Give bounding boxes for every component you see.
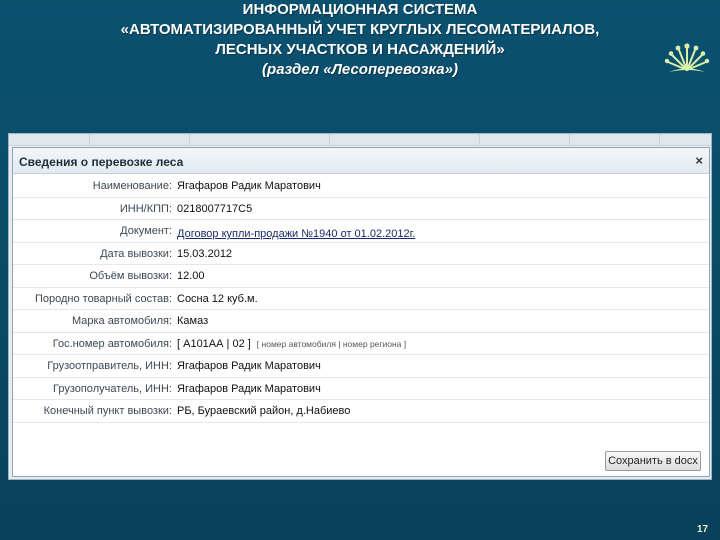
field-row-species: Породно товарный состав: Сосна 12 куб.м. xyxy=(13,288,709,310)
field-value: РБ, Бураевский район, д.Набиево xyxy=(177,405,351,417)
title-line-3: ЛЕСНЫХ УЧАСТКОВ И НАСАЖДЕНИЙ» xyxy=(215,41,505,58)
field-value: Камаз xyxy=(177,315,209,327)
field-row-document: Документ: Договор купли-продажи №1940 от… xyxy=(13,220,709,243)
plate-number: [ А101АА | 02 ] xyxy=(177,337,251,350)
page-number: 17 xyxy=(697,524,709,535)
field-label: Объём вывозки: xyxy=(89,270,172,282)
field-row-consignee: Грузополучатель, ИНН: Ягафаров Радик Мар… xyxy=(13,378,709,400)
dialog-title: Сведения о перевозке леса xyxy=(19,155,184,169)
field-row-date: Дата вывозки: 15.03.2012 xyxy=(13,243,709,265)
field-label: Марка автомобиля: xyxy=(71,315,172,327)
field-value: 12.00 xyxy=(177,270,205,282)
close-icon[interactable]: × xyxy=(695,153,703,168)
app-screenshot: Сведения о перевозке леса × Наименование… xyxy=(8,133,712,480)
field-value-plate: [ А101АА | 02 ] [ номер автомобиля | номе… xyxy=(177,338,406,350)
field-row-car-brand: Марка автомобиля: Камаз xyxy=(13,310,709,333)
background-table-header xyxy=(9,134,711,146)
plate-hint: [ номер автомобиля | номер региона ] xyxy=(256,338,407,349)
transport-info-dialog: Сведения о перевозке леса × Наименование… xyxy=(12,147,710,477)
field-label: Дата вывозки: xyxy=(100,247,172,260)
field-value: Ягафаров Радик Маратович xyxy=(177,360,321,372)
dialog-header: Сведения о перевозке леса × xyxy=(13,148,709,174)
field-value: 15.03.2012 xyxy=(177,247,233,260)
fields-list: Наименование: Ягафаров Радик Маратович И… xyxy=(13,175,709,423)
field-label: Наименование: xyxy=(92,180,172,192)
field-label: Грузоотправитель, ИНН: xyxy=(47,360,172,372)
slide-subtitle: (раздел «Лесоперевозка») xyxy=(262,61,458,78)
slide-title: ИНФОРМАЦИОННАЯ СИСТЕМА «АВТОМАТИЗИРОВАНН… xyxy=(0,0,720,80)
field-value: Ягафаров Радик Маратович xyxy=(177,382,321,395)
field-row-destination: Конечный пункт вывозки: РБ, Бураевский р… xyxy=(13,400,709,423)
save-docx-button[interactable]: Сохранить в docx xyxy=(605,451,701,471)
field-label: Документ: xyxy=(120,225,172,237)
field-label: Породно товарный состав: xyxy=(34,292,172,305)
field-label: Гос.номер автомобиля: xyxy=(52,337,172,350)
field-value: Сосна 12 куб.м. xyxy=(177,292,258,305)
field-row-name: Наименование: Ягафаров Радик Маратович xyxy=(13,175,709,198)
field-row-shipper: Грузоотправитель, ИНН: Ягафаров Радик Ма… xyxy=(13,355,709,378)
field-label: ИНН/КПП: xyxy=(119,202,172,215)
field-row-volume: Объём вывозки: 12.00 xyxy=(13,265,709,288)
title-line-2: «АВТОМАТИЗИРОВАННЫЙ УЧЕТ КРУГЛЫХ ЛЕСОМАТ… xyxy=(120,21,600,38)
title-line-1: ИНФОРМАЦИОННАЯ СИСТЕМА xyxy=(242,1,478,18)
field-value: 0218007717С5 xyxy=(177,202,253,215)
field-label: Грузополучатель, ИНН: xyxy=(52,382,172,395)
field-value: Ягафаров Радик Маратович xyxy=(177,180,321,192)
field-label: Конечный пункт вывозки: xyxy=(43,405,172,417)
bashkortostan-kurai-flower-icon xyxy=(664,43,710,72)
document-link[interactable]: Договор купли-продажи №1940 от 01.02.201… xyxy=(177,228,415,240)
field-row-inn: ИНН/КПП: 0218007717С5 xyxy=(13,198,709,220)
field-row-plate: Гос.номер автомобиля: [ А101АА | 02 ] [ н… xyxy=(13,333,709,355)
